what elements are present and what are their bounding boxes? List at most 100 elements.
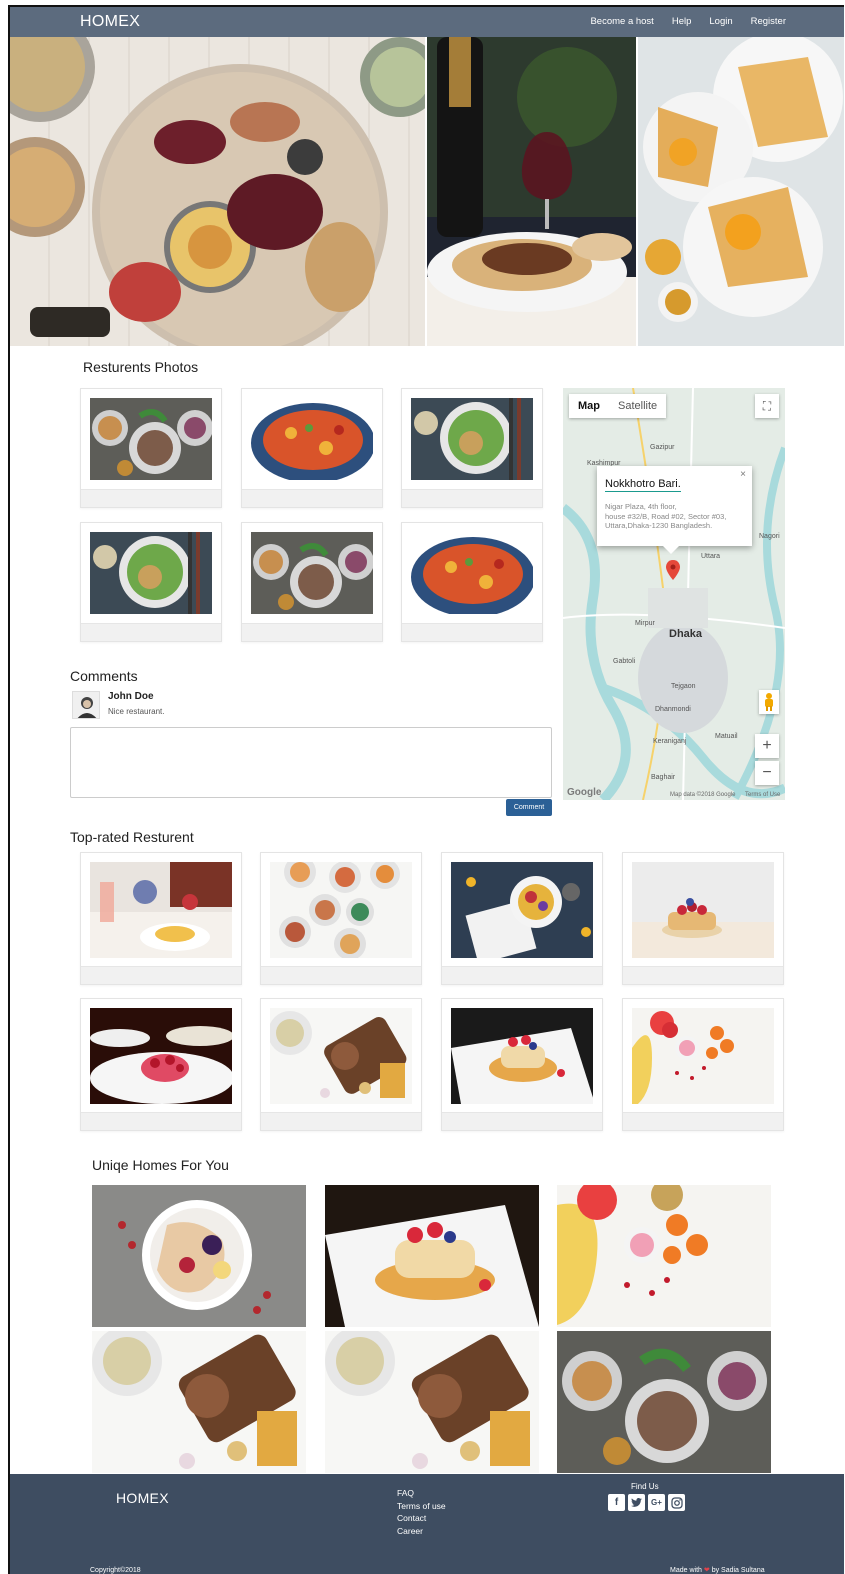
nav-become-host[interactable]: Become a host	[590, 16, 653, 27]
footer-link-contact[interactable]: Contact	[397, 1512, 446, 1525]
social-links: f G+	[608, 1494, 685, 1511]
pegman-icon[interactable]	[759, 690, 779, 714]
unique-homes-title: Uniqe Homes For You	[92, 1157, 229, 1173]
top-rated-title: Top-rated Resturent	[70, 829, 194, 845]
footer-brand[interactable]: HOMEX	[116, 1490, 169, 1506]
nav-links: Become a host Help Login Register	[590, 16, 786, 27]
restaurant-photo-card[interactable]	[80, 388, 222, 508]
map-place-label: Gabtoli	[613, 658, 636, 665]
map-place-label: Mirpur	[635, 620, 655, 627]
hero-image-platter	[10, 37, 425, 346]
top-rated-card[interactable]	[260, 998, 422, 1131]
card-footer	[402, 489, 542, 507]
card-footer	[261, 1112, 421, 1130]
footer-link-career[interactable]: Career	[397, 1525, 446, 1538]
google-plus-icon[interactable]: G+	[648, 1494, 665, 1511]
card-footer	[402, 623, 542, 641]
site-footer: HOMEX FAQ Terms of use Contact Career Fi…	[10, 1474, 844, 1574]
page-frame: HOMEX Become a host Help Login Register	[8, 5, 844, 1574]
top-rated-image	[270, 862, 412, 958]
comment-author: John Doe	[108, 691, 154, 702]
home-photo[interactable]	[557, 1331, 771, 1473]
made-with-prefix: Made with	[670, 1567, 702, 1574]
top-rated-card[interactable]	[622, 998, 784, 1131]
top-rated-image	[632, 862, 774, 958]
brand-logo[interactable]: HOMEX	[80, 13, 140, 31]
top-rated-image	[90, 862, 232, 958]
comment-button[interactable]: Comment	[506, 799, 552, 816]
footer-link-faq[interactable]: FAQ	[397, 1487, 446, 1500]
restaurant-photo-image	[411, 398, 533, 480]
restaurant-photo-image	[90, 398, 212, 480]
home-photo[interactable]	[325, 1331, 539, 1473]
top-rated-card[interactable]	[441, 998, 603, 1131]
instagram-icon[interactable]	[668, 1494, 685, 1511]
google-map[interactable]: Map Satellite ⛶ Gazipur Kashimpur Uttara…	[563, 388, 785, 800]
card-footer	[623, 966, 783, 984]
map-info-window: Nokkhotro Bari. Nigar Plaza, 4th floor, …	[597, 466, 752, 554]
map-place-label: Baghair	[651, 774, 676, 781]
close-icon[interactable]: ×	[740, 469, 746, 480]
home-photo[interactable]	[557, 1185, 771, 1327]
restaurant-photos-title: Resturents Photos	[83, 359, 199, 375]
facebook-icon[interactable]: f	[608, 1494, 625, 1511]
top-rated-card[interactable]	[622, 852, 784, 985]
comment-input[interactable]	[70, 727, 552, 798]
card-footer	[242, 489, 382, 507]
avatar	[72, 691, 100, 719]
map-place-label: Nagori	[759, 533, 780, 540]
google-logo: Google	[567, 787, 602, 798]
nav-login[interactable]: Login	[709, 16, 732, 27]
card-footer	[442, 966, 602, 984]
zoom-out-icon[interactable]: −	[755, 761, 779, 785]
restaurant-photo-image	[251, 532, 373, 614]
map-tab-map[interactable]: Map	[569, 394, 609, 418]
top-rated-card[interactable]	[260, 852, 422, 985]
info-window-address: Nigar Plaza, 4th floor, house #32/B, Roa…	[605, 502, 727, 530]
fullscreen-icon[interactable]: ⛶	[755, 394, 779, 418]
map-tab-satellite[interactable]: Satellite	[609, 394, 666, 418]
map-type-tabs: Map Satellite	[569, 394, 667, 418]
restaurant-photo-card[interactable]	[241, 388, 383, 508]
nav-help[interactable]: Help	[672, 16, 692, 27]
card-footer	[261, 966, 421, 984]
top-rated-card[interactable]	[80, 852, 242, 985]
comments-title: Comments	[70, 668, 138, 684]
restaurant-photo-card[interactable]	[401, 522, 543, 642]
hero-banner	[10, 37, 844, 346]
zoom-in-icon[interactable]: +	[755, 734, 779, 758]
info-window-title: Nokkhotro Bari.	[605, 478, 681, 492]
find-us-label: Find Us	[631, 1482, 659, 1491]
map-marker-icon[interactable]	[666, 560, 680, 580]
map-place-label: Keraniganj	[653, 738, 687, 745]
map-place-label: Gazipur	[650, 444, 675, 451]
card-footer	[442, 1112, 602, 1130]
footer-link-terms[interactable]: Terms of use	[397, 1500, 446, 1513]
map-data-attribution: Map data ©2018 Google	[670, 792, 736, 798]
made-with-credit: Made with ❤ by Sadia Sultana	[670, 1566, 765, 1574]
map-city-label: Dhaka	[669, 628, 703, 640]
restaurant-photo-card[interactable]	[80, 522, 222, 642]
nav-register[interactable]: Register	[751, 16, 786, 27]
top-rated-image	[90, 1008, 232, 1104]
twitter-icon[interactable]	[628, 1494, 645, 1511]
home-photo[interactable]	[92, 1331, 306, 1473]
copyright-text: Copyright©2018	[90, 1567, 141, 1574]
top-rated-card[interactable]	[80, 998, 242, 1131]
restaurant-photo-image	[411, 532, 533, 614]
home-photo[interactable]	[92, 1185, 306, 1327]
home-photo[interactable]	[325, 1185, 539, 1327]
top-rated-card[interactable]	[441, 852, 603, 985]
restaurant-photo-image	[90, 532, 212, 614]
heart-icon: ❤	[703, 1567, 710, 1574]
restaurant-photo-card[interactable]	[241, 522, 383, 642]
map-place-label: Tejgaon	[671, 683, 696, 690]
top-rated-image	[632, 1008, 774, 1104]
card-footer	[81, 966, 241, 984]
card-footer	[242, 623, 382, 641]
map-terms-link[interactable]: Terms of Use	[745, 792, 780, 798]
restaurant-photo-card[interactable]	[401, 388, 543, 508]
made-with-suffix: by Sadia Sultana	[711, 1567, 765, 1574]
card-footer	[623, 1112, 783, 1130]
card-footer	[81, 489, 221, 507]
